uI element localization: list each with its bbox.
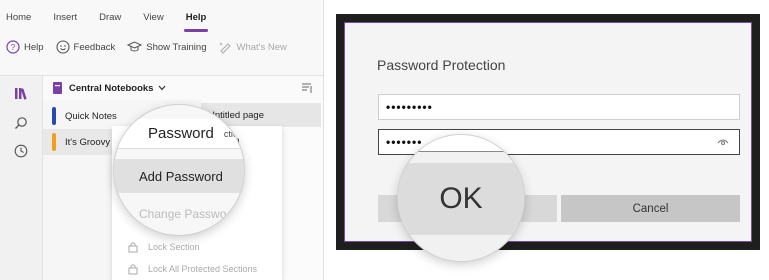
- notebook-selector[interactable]: Central Notebooks: [53, 82, 166, 94]
- cancel-button[interactable]: Cancel: [561, 195, 740, 222]
- ok-magnifier-circle: OK: [397, 134, 525, 262]
- dialog-title: Password Protection: [377, 57, 506, 73]
- chevron-down-icon: [158, 85, 166, 91]
- whats-new-button[interactable]: What's New: [218, 40, 287, 54]
- help-circle-icon: ?: [6, 40, 20, 54]
- show-training-label: Show Training: [146, 41, 207, 53]
- whats-new-label: What's New: [236, 41, 287, 53]
- notebooks-icon[interactable]: [12, 84, 30, 102]
- section-color-tab: [52, 133, 56, 151]
- mag-change-password[interactable]: Change Passwo: [114, 201, 244, 227]
- ribbon-tabs: Home Insert Draw View Help: [6, 12, 228, 32]
- graduation-cap-icon: [127, 40, 143, 54]
- mag-add-password[interactable]: Add Password: [114, 159, 244, 193]
- sort-icon[interactable]: [301, 82, 313, 94]
- ribbon: Home Insert Draw View Help ? Help Feedba…: [0, 0, 323, 76]
- notebook-header: Central Notebooks: [43, 76, 323, 100]
- tab-insert[interactable]: Insert: [53, 12, 77, 23]
- ctx-lock-all[interactable]: Lock All Protected Sections: [112, 258, 282, 280]
- recent-clock-icon[interactable]: [12, 142, 30, 160]
- lock-icon: [126, 262, 140, 276]
- mag-password-word: Password: [148, 125, 214, 142]
- eye-icon[interactable]: [717, 137, 729, 147]
- tab-home[interactable]: Home: [6, 12, 31, 23]
- ctx-label: Lock All Protected Sections: [148, 264, 258, 274]
- search-icon[interactable]: [12, 114, 30, 132]
- mag-ok-button[interactable]: OK: [398, 163, 524, 235]
- show-training-button[interactable]: Show Training: [127, 40, 206, 54]
- feedback-button[interactable]: Feedback: [55, 40, 116, 54]
- feedback-label: Feedback: [73, 41, 116, 53]
- section-label: It's Groovy: [65, 136, 111, 148]
- smiley-icon: [55, 40, 70, 54]
- nav-rail: [0, 76, 43, 280]
- tab-view[interactable]: View: [143, 12, 163, 23]
- notebook-name: Central Notebooks: [69, 82, 154, 94]
- lock-icon: [126, 240, 140, 254]
- mag-field-edge: [398, 135, 524, 152]
- magnifier-circle: Password ction Add Password Change Passw…: [113, 104, 245, 236]
- notebook-icon: [53, 82, 63, 94]
- mag-password-header: Password ction: [114, 119, 244, 149]
- tab-draw[interactable]: Draw: [99, 12, 121, 23]
- onenote-window: Home Insert Draw View Help ? Help Feedba…: [0, 0, 324, 280]
- sparkle-pen-icon: [218, 40, 232, 54]
- section-color-tab: [52, 107, 56, 125]
- mag-ction-suffix: ction: [223, 128, 243, 139]
- svg-text:?: ?: [11, 43, 16, 52]
- help-toolbar: ? Help Feedback Show Training What's New: [6, 40, 299, 54]
- section-label: Quick Notes: [65, 110, 117, 122]
- help-label: Help: [24, 41, 44, 53]
- ctx-lock-section[interactable]: Lock Section: [112, 236, 282, 258]
- tab-help[interactable]: Help: [183, 12, 208, 32]
- password-field[interactable]: •••••••••: [378, 94, 740, 120]
- ctx-label: Lock Section: [148, 242, 200, 252]
- help-button[interactable]: ? Help: [6, 40, 44, 54]
